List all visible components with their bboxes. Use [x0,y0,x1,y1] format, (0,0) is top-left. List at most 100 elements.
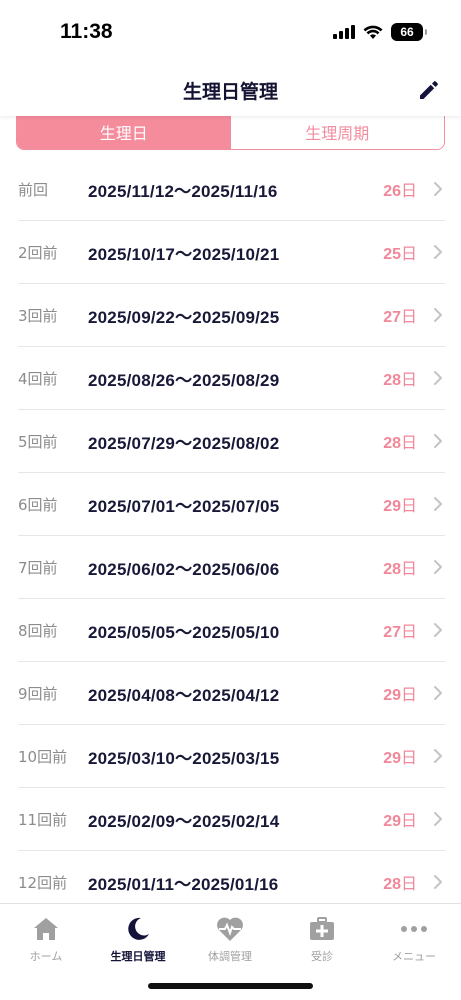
record-date-range: 2025/06/02〜2025/06/06 [88,559,280,579]
record-cycle-days: 28日 [383,366,417,390]
battery-indicator: 66 [391,23,427,41]
record-date-range: 2025/11/12〜2025/11/16 [88,181,278,201]
record-cycle-days: 25日 [383,240,417,264]
record-label: 5回前 [18,432,58,451]
signal-icon [333,25,355,39]
chevron-right-icon [434,245,442,259]
period-record-row[interactable]: 8回前 2025/05/05〜2025/05/10 27日 [18,599,445,662]
record-label: 前回 [18,180,49,199]
record-label: 12回前 [18,873,68,892]
record-label: 4回前 [18,369,58,388]
record-label: 3回前 [18,306,58,325]
period-record-row[interactable]: 前回 2025/11/12〜2025/11/16 26日 [18,158,445,221]
record-days-value: 29 [383,498,401,515]
record-label: 11回前 [18,810,68,829]
record-days-unit: 日 [400,370,417,389]
tab-period-label: 生理日管理 [110,950,166,963]
record-days-value: 29 [383,687,401,704]
record-cycle-days: 27日 [383,618,417,642]
record-days-value: 28 [383,876,401,893]
record-date-range: 2025/09/22〜2025/09/25 [88,307,280,327]
chevron-right-icon [434,686,442,700]
record-date-range: 2025/08/26〜2025/08/29 [88,370,280,390]
wifi-icon [363,25,383,39]
tab-period[interactable]: 生理日管理 [92,914,184,964]
record-days-value: 28 [383,435,401,452]
period-record-row[interactable]: 2回前 2025/10/17〜2025/10/21 25日 [18,221,445,284]
record-label: 2回前 [18,243,58,262]
record-label: 10回前 [18,747,68,766]
chevron-right-icon [434,371,442,385]
record-days-unit: 日 [400,307,417,326]
heart-pulse-icon [217,917,243,941]
tab-home-label: ホーム [29,950,63,963]
record-cycle-days: 29日 [383,492,417,516]
tab-clinic-label: 受診 [311,950,333,963]
record-cycle-days: 28日 [383,429,417,453]
record-date-range: 2025/07/01〜2025/07/05 [88,496,280,516]
record-label: 8回前 [18,621,58,640]
record-days-value: 28 [383,372,401,389]
record-cycle-days: 27日 [383,303,417,327]
tab-condition[interactable]: 体調管理 [184,914,276,964]
record-date-range: 2025/01/11〜2025/01/16 [88,874,279,894]
record-cycle-days: 29日 [383,744,417,768]
chevron-right-icon [434,875,442,889]
record-days-unit: 日 [400,811,417,830]
record-days-unit: 日 [400,874,417,893]
record-date-range: 2025/04/08〜2025/04/12 [88,685,280,705]
chevron-right-icon [434,434,442,448]
chevron-right-icon [434,560,442,574]
house-icon [34,918,58,940]
status-icons: 66 [333,23,427,41]
tab-home[interactable]: ホーム [0,914,92,964]
record-days-value: 29 [383,813,401,830]
record-label: 6回前 [18,495,58,514]
chevron-right-icon [434,749,442,763]
dots-icon [401,926,427,932]
chevron-right-icon [434,623,442,637]
tab-condition-label: 体調管理 [208,950,252,963]
tab-menu[interactable]: メニュー [368,914,460,964]
record-date-range: 2025/05/05〜2025/05/10 [88,622,280,642]
record-cycle-days: 29日 [383,807,417,831]
period-record-row[interactable]: 10回前 2025/03/10〜2025/03/15 29日 [18,725,445,788]
app-header: 生理日管理 [0,64,461,116]
chevron-right-icon [434,308,442,322]
record-date-range: 2025/10/17〜2025/10/21 [88,244,280,264]
tab-clinic[interactable]: 受診 [276,914,368,964]
record-label: 9回前 [18,684,58,703]
record-days-unit: 日 [400,685,417,704]
segment-control: 生理日 生理周期 [16,114,445,150]
period-record-row[interactable]: 3回前 2025/09/22〜2025/09/25 27日 [18,284,445,347]
period-record-row[interactable]: 4回前 2025/08/26〜2025/08/29 28日 [18,347,445,410]
edit-button[interactable] [415,76,443,104]
record-date-range: 2025/07/29〜2025/08/02 [88,433,280,453]
chevron-right-icon [434,182,442,196]
period-record-row[interactable]: 11回前 2025/02/09〜2025/02/14 29日 [18,788,445,851]
medical-bag-icon [310,917,334,940]
period-record-row[interactable]: 6回前 2025/07/01〜2025/07/05 29日 [18,473,445,536]
status-bar: 11:38 66 [0,0,461,64]
home-indicator [148,983,313,989]
record-cycle-days: 26日 [383,177,417,201]
status-time: 11:38 [60,20,113,43]
pencil-icon [420,81,438,99]
period-record-row[interactable]: 7回前 2025/06/02〜2025/06/06 28日 [18,536,445,599]
record-days-value: 25 [383,246,401,263]
tab-period-cycle[interactable]: 生理周期 [230,114,444,149]
record-cycle-days: 28日 [383,555,417,579]
tab-period-days[interactable]: 生理日 [17,114,231,149]
page-title: 生理日管理 [182,81,278,103]
period-record-row[interactable]: 9回前 2025/04/08〜2025/04/12 29日 [18,662,445,725]
record-days-unit: 日 [400,181,417,200]
tab-menu-label: メニュー [392,950,436,963]
chevron-right-icon [434,812,442,826]
record-days-value: 27 [383,624,401,641]
record-days-value: 29 [383,750,401,767]
record-days-unit: 日 [400,496,417,515]
record-days-value: 28 [383,561,401,578]
moon-icon [128,917,149,940]
chevron-right-icon [434,497,442,511]
period-record-row[interactable]: 5回前 2025/07/29〜2025/08/02 28日 [18,410,445,473]
